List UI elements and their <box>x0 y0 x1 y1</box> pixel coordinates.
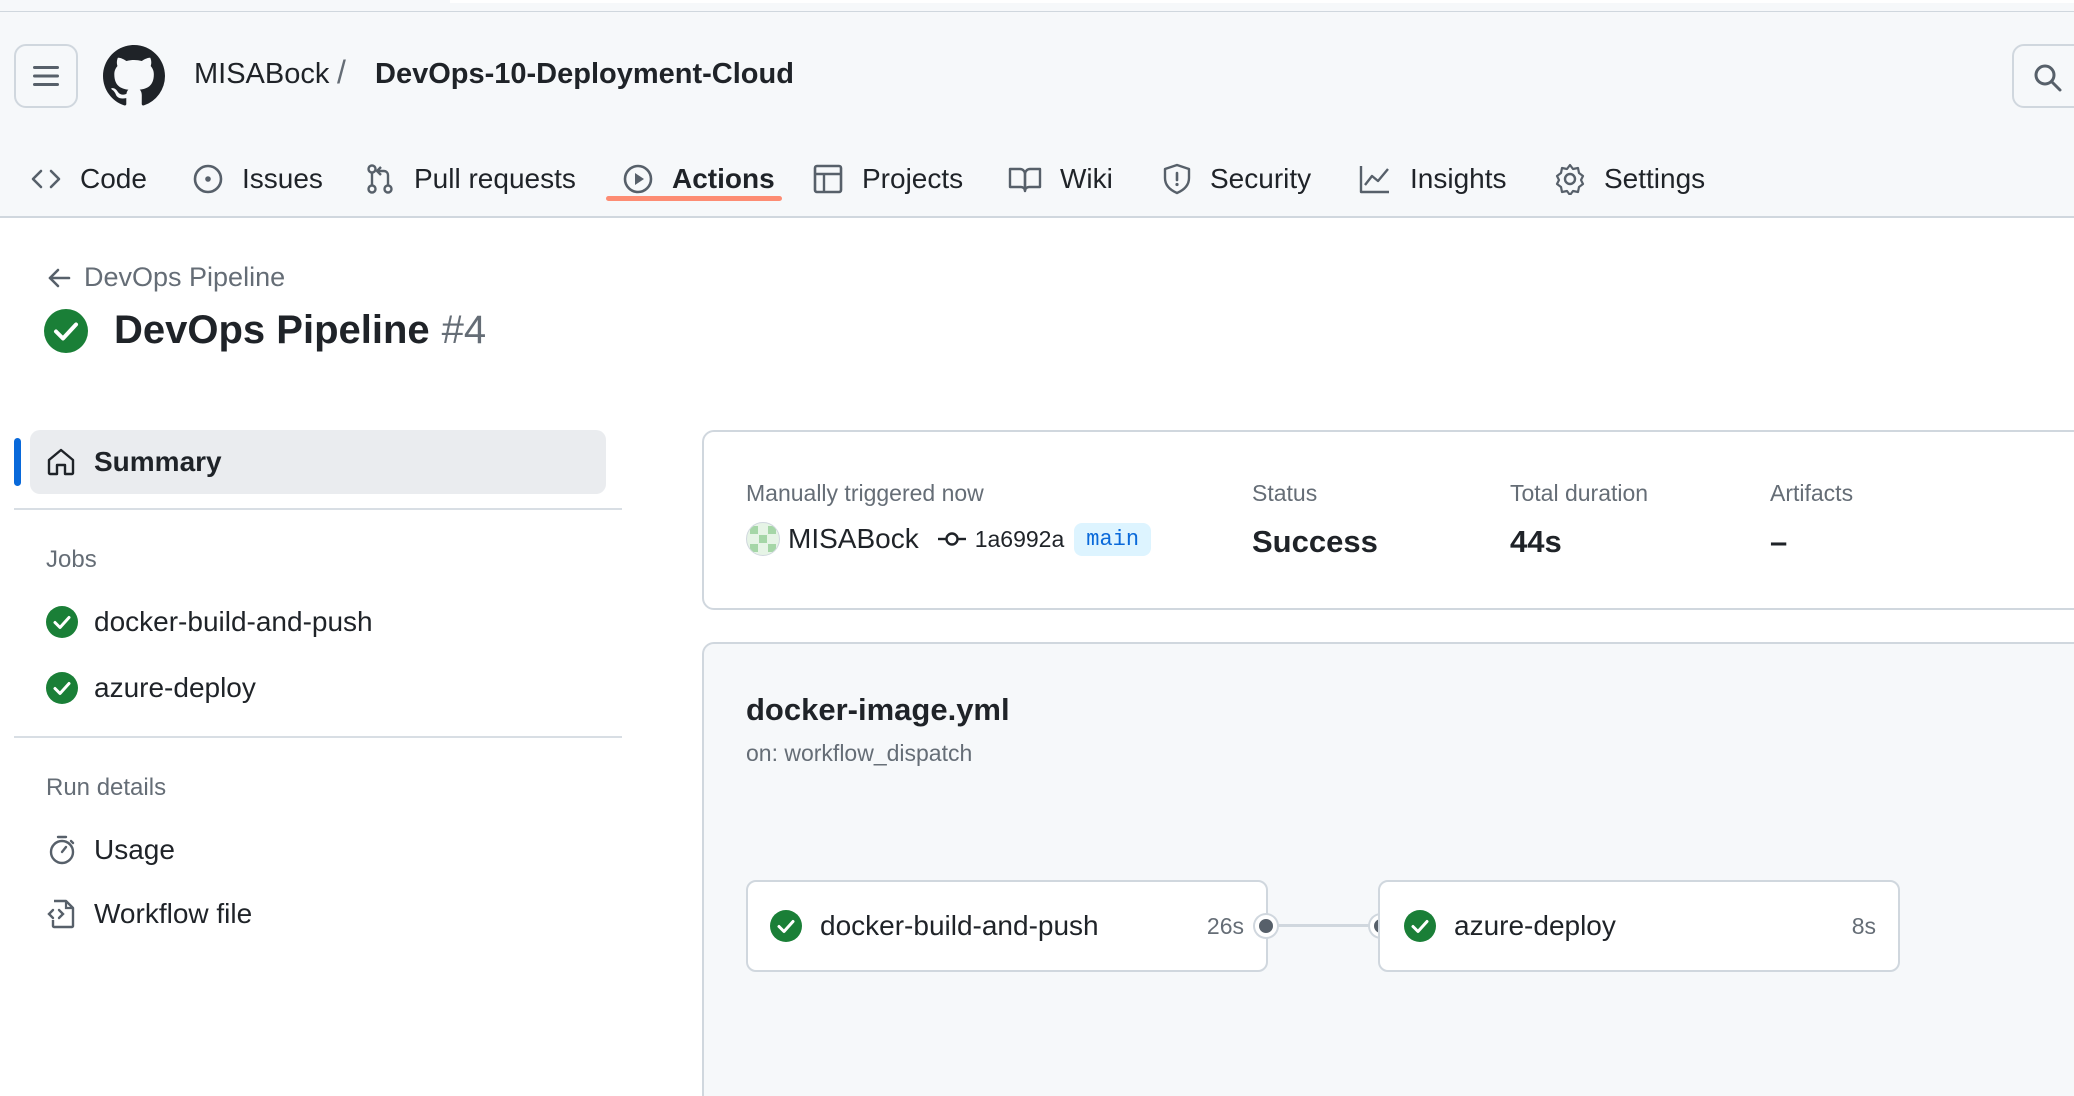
tab-projects[interactable]: Projects <box>812 140 963 218</box>
status-value: Success <box>1252 524 1378 559</box>
tab-security[interactable]: Security <box>1162 140 1311 218</box>
sidebar-item-summary[interactable]: Summary <box>30 430 606 494</box>
tab-wiki[interactable]: Wiki <box>1008 140 1113 218</box>
sidebar-job-docker-build-and-push[interactable]: docker-build-and-push <box>46 606 373 638</box>
sidebar-item-usage[interactable]: Usage <box>46 834 175 866</box>
active-tab-underline <box>606 196 782 201</box>
hamburger-menu-button[interactable] <box>14 44 78 108</box>
job-duration: 26s <box>1206 912 1244 939</box>
shield-icon <box>1163 163 1191 195</box>
duration-label: Total duration <box>1510 480 1649 506</box>
hamburger-icon <box>33 66 59 86</box>
usage-label: Usage <box>94 834 175 865</box>
repo-header: MISABock / DevOps-10-Deployment-Cloud Co… <box>0 12 2074 218</box>
arrow-left-icon <box>48 268 71 287</box>
back-to-workflow-link[interactable]: DevOps Pipeline <box>46 262 285 293</box>
tab-actions-label: Actions <box>672 163 775 194</box>
workflow-file-label: Workflow file <box>94 898 253 929</box>
table-icon <box>813 164 843 194</box>
tab-wiki-label: Wiki <box>1060 163 1113 194</box>
tab-insights[interactable]: Insights <box>1358 140 1507 218</box>
tab-security-label: Security <box>1210 163 1312 194</box>
tab-actions[interactable]: Actions <box>622 140 775 218</box>
artifacts-label: Artifacts <box>1770 480 1854 506</box>
home-icon <box>47 448 75 476</box>
success-check-icon <box>770 910 802 942</box>
job-name: docker-build-and-push <box>94 606 373 637</box>
file-code-icon <box>47 899 75 929</box>
commit-icon <box>937 532 966 546</box>
tab-settings-label: Settings <box>1604 163 1706 194</box>
connector-dot <box>1255 915 1277 937</box>
commit-link[interactable]: 1a6992a <box>937 525 1065 553</box>
tab-pull-requests-label: Pull requests <box>414 163 576 194</box>
graph-icon <box>1359 166 1389 194</box>
trigger-label: Manually triggered now <box>746 480 984 506</box>
run-summary-panel: Manually triggered now MISABock 1a6992a … <box>702 430 2074 610</box>
tab-code-label: Code <box>80 163 147 194</box>
workflow-file-name: docker-image.yml <box>746 692 1010 727</box>
sidebar-divider <box>14 508 622 510</box>
gear-icon <box>1555 163 1585 195</box>
tab-pull-requests[interactable]: Pull requests <box>364 140 576 218</box>
job-name: docker-build-and-push <box>820 910 1099 941</box>
success-check-icon <box>1404 910 1436 942</box>
issue-icon <box>193 164 223 194</box>
tab-projects-label: Projects <box>862 163 964 194</box>
success-check-icon <box>46 606 78 638</box>
sidebar-job-azure-deploy[interactable]: azure-deploy <box>46 672 256 704</box>
run-details-heading: Run details <box>46 774 167 801</box>
duration-value[interactable]: 44s <box>1510 524 1562 560</box>
sidebar-summary-label: Summary <box>94 446 222 477</box>
back-link-label: DevOps Pipeline <box>84 262 286 292</box>
status-label: Status <box>1252 480 1318 506</box>
commit-sha: 1a6992a <box>974 525 1065 552</box>
workflow-graph-panel: docker-image.yml on: workflow_dispatch d… <box>702 642 2074 1096</box>
run-title-row: DevOps Pipeline #4 <box>44 308 486 353</box>
tab-settings[interactable]: Settings <box>1554 140 1705 218</box>
tab-issues[interactable]: Issues <box>192 140 323 218</box>
job-duration: 8s <box>1851 912 1876 939</box>
actor-link[interactable]: MISABock <box>788 523 919 555</box>
job-name: azure-deploy <box>94 672 256 703</box>
job-connector <box>1266 924 1380 927</box>
tab-insights-label: Insights <box>1410 163 1507 194</box>
sidebar-divider <box>14 736 622 738</box>
browser-tab-edge <box>450 0 2074 3</box>
repo-name-link[interactable]: DevOps-10-Deployment-Cloud <box>375 54 794 94</box>
job-card-docker-build-and-push[interactable]: docker-build-and-push 26s <box>746 880 1268 972</box>
sidebar-item-workflow-file[interactable]: Workflow file <box>46 898 252 930</box>
success-check-icon <box>46 672 78 704</box>
trigger-details: MISABock 1a6992a main <box>746 522 1152 556</box>
page-title: DevOps Pipeline <box>114 308 430 352</box>
success-check-icon <box>44 308 88 353</box>
jobs-heading: Jobs <box>46 546 97 573</box>
artifacts-value: – <box>1770 524 1788 559</box>
github-logo-icon[interactable] <box>103 45 165 107</box>
job-name: azure-deploy <box>1454 910 1616 941</box>
branch-badge[interactable]: main <box>1074 522 1152 556</box>
code-icon <box>31 169 61 189</box>
book-icon <box>1008 167 1042 193</box>
pull-request-icon <box>367 164 393 194</box>
browser-strip <box>0 0 2074 12</box>
search-icon <box>2034 64 2062 92</box>
run-number: #4 <box>441 308 487 352</box>
job-card-azure-deploy[interactable]: azure-deploy 8s <box>1378 880 1900 972</box>
breadcrumb-separator: / <box>337 54 346 90</box>
tab-issues-label: Issues <box>242 163 323 194</box>
repo-owner-link[interactable]: MISABock <box>194 54 329 94</box>
search-button[interactable] <box>2012 44 2074 108</box>
stopwatch-icon <box>49 835 75 865</box>
avatar[interactable] <box>746 522 780 556</box>
tab-code[interactable]: Code <box>30 140 147 218</box>
play-icon <box>623 164 653 194</box>
workflow-trigger: on: workflow_dispatch <box>746 740 973 766</box>
active-indicator <box>14 438 21 486</box>
